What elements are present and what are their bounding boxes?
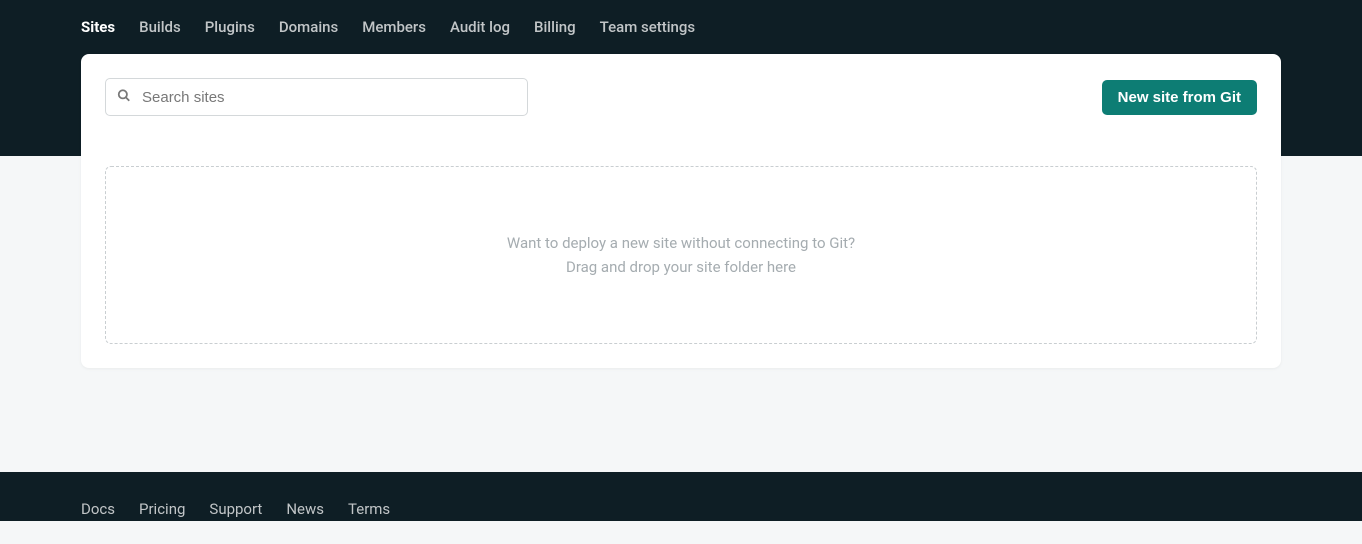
- tab-audit-log[interactable]: Audit log: [450, 0, 510, 54]
- search-wrapper: [105, 78, 528, 116]
- search-input[interactable]: [105, 78, 528, 116]
- header-nav: Sites Builds Plugins Domains Members Aud…: [0, 0, 1362, 54]
- footer-link-docs[interactable]: Docs: [81, 500, 115, 518]
- new-site-from-git-button[interactable]: New site from Git: [1102, 80, 1257, 115]
- tab-plugins[interactable]: Plugins: [205, 0, 255, 54]
- card-toolbar: New site from Git: [105, 78, 1257, 116]
- deploy-dropzone[interactable]: Want to deploy a new site without connec…: [105, 166, 1257, 344]
- footer-link-pricing[interactable]: Pricing: [139, 500, 185, 518]
- footer-link-news[interactable]: News: [286, 500, 324, 518]
- dropzone-text-line1: Want to deploy a new site without connec…: [126, 231, 1236, 255]
- footer-link-support[interactable]: Support: [209, 500, 262, 518]
- tab-team-settings[interactable]: Team settings: [600, 0, 696, 54]
- content-area: New site from Git Want to deploy a new s…: [81, 54, 1281, 368]
- tab-sites[interactable]: Sites: [81, 0, 115, 54]
- tab-billing[interactable]: Billing: [534, 0, 576, 54]
- tab-domains[interactable]: Domains: [279, 0, 338, 54]
- dropzone-text-line2: Drag and drop your site folder here: [126, 255, 1236, 279]
- sites-card: New site from Git Want to deploy a new s…: [81, 54, 1281, 368]
- footer-links: Docs Pricing Support News Terms: [81, 500, 1281, 518]
- tab-members[interactable]: Members: [362, 0, 426, 54]
- footer: Docs Pricing Support News Terms: [0, 472, 1362, 521]
- nav-tabs: Sites Builds Plugins Domains Members Aud…: [81, 0, 1281, 54]
- tab-builds[interactable]: Builds: [139, 0, 181, 54]
- footer-link-terms[interactable]: Terms: [348, 500, 390, 518]
